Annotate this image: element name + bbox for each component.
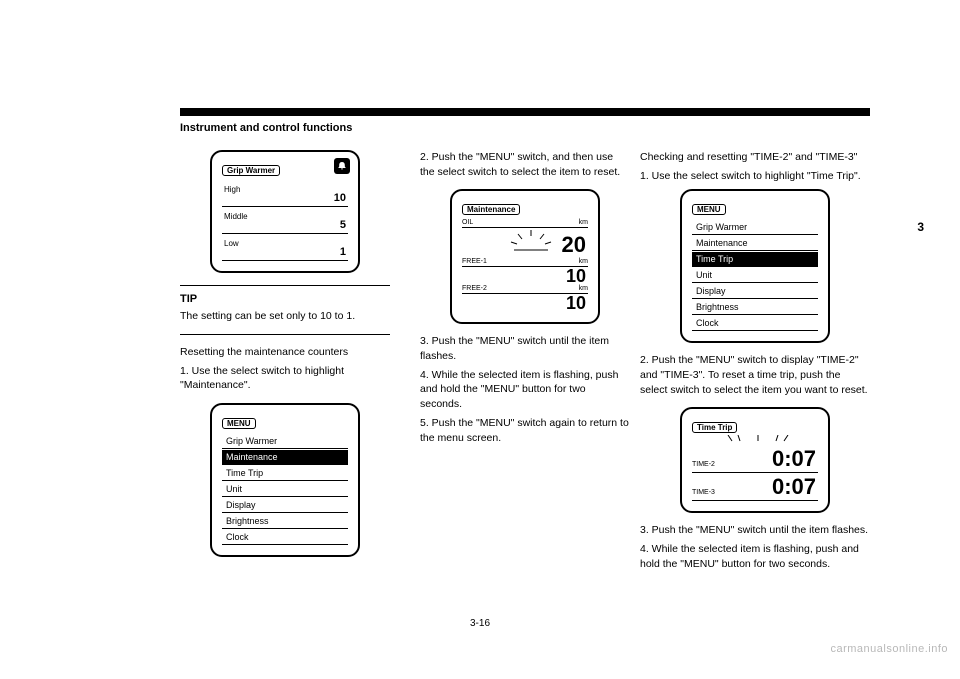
body-text: 2. Push the "MENU" switch, and then use …: [420, 150, 630, 179]
maint-label: FREE-1: [462, 258, 487, 265]
manual-page: Instrument and control functions Grip Wa…: [0, 0, 960, 679]
menu-item-selected: Time Trip: [692, 252, 818, 267]
menu-item: Grip Warmer: [692, 220, 818, 235]
menu-item: Display: [692, 284, 818, 299]
grip-row-middle: Middle 5: [222, 209, 348, 234]
menu-item: Brightness: [222, 514, 348, 529]
step-text: 3. Push the "MENU" switch until the item…: [640, 523, 870, 538]
watermark: carmanualsonline.info: [830, 643, 948, 655]
dial-ticks-icon: [698, 435, 818, 443]
grip-row-label: Low: [224, 239, 239, 248]
menu-item: Maintenance: [692, 236, 818, 251]
column-1: Grip Warmer High 10 Middle 5 Low 1 TIP: [180, 150, 390, 557]
tip-box: TIP The setting can be set only to 10 to…: [180, 285, 390, 335]
lcd-title-tag: MENU: [692, 204, 726, 215]
step-text: 1. Use the select switch to highlight "T…: [640, 169, 870, 184]
lcd-grip-warmer: Grip Warmer High 10 Middle 5 Low 1: [210, 150, 360, 273]
margin-chapter-marker: 3: [917, 220, 924, 234]
step-text: 2. Push the "MENU" switch, and then use …: [420, 150, 630, 179]
maint-row-free1: FREE-1 km: [462, 258, 588, 267]
subheading-timetrip: Checking and resetting "TIME-2" and "TIM…: [640, 150, 870, 165]
lcd-menu-timetrip: MENU Grip Warmer Maintenance Time Trip U…: [680, 189, 830, 343]
grip-row-value: 10: [334, 192, 346, 204]
step-text: 5. Push the "MENU" switch again to retur…: [420, 416, 630, 445]
grip-row-low: Low 1: [222, 236, 348, 261]
section-title: Instrument and control functions: [180, 122, 352, 134]
body-text: 3. Push the "MENU" switch until the item…: [420, 334, 630, 445]
maint-unit: km: [579, 219, 588, 226]
menu-item: Unit: [222, 482, 348, 497]
bell-icon: [334, 158, 350, 174]
timetrip-label: TIME-3: [692, 489, 715, 496]
lcd-menu-maintenance: MENU Grip Warmer Maintenance Time Trip U…: [210, 403, 360, 557]
maint-unit: km: [579, 258, 588, 265]
body-text: Resetting the maintenance counters 1. Us…: [180, 345, 390, 393]
lcd-title-tag: MENU: [222, 418, 256, 429]
timetrip-value: 0:07: [772, 474, 816, 500]
menu-item: Clock: [222, 530, 348, 545]
column-3: Checking and resetting "TIME-2" and "TIM…: [640, 150, 870, 576]
maint-free2-value: 10: [462, 294, 588, 312]
subheading-reset: Resetting the maintenance counters: [180, 345, 390, 360]
body-text: Checking and resetting "TIME-2" and "TIM…: [640, 150, 870, 183]
maint-oil-value: 20: [562, 232, 586, 258]
timetrip-value: 0:07: [772, 446, 816, 472]
lcd-maintenance: Maintenance OIL km 20 FREE-1 km: [450, 189, 600, 324]
step-text: 3. Push the "MENU" switch until the item…: [420, 334, 630, 363]
menu-item: Brightness: [692, 300, 818, 315]
body-text: 2. Push the "MENU" switch to display "TI…: [640, 353, 870, 397]
page-number: 3-16: [470, 618, 490, 629]
menu-item: Display: [222, 498, 348, 513]
tip-text: The setting can be set only to 10 to 1.: [180, 309, 390, 324]
maint-label: FREE-2: [462, 285, 487, 292]
tip-label: TIP: [180, 290, 197, 309]
lcd-title-tag: Maintenance: [462, 204, 520, 215]
step-text: 4. While the selected item is flashing, …: [420, 368, 630, 412]
timetrip-row: TIME-2 0:07: [692, 445, 818, 473]
header-rule: [180, 108, 870, 116]
menu-item: Unit: [692, 268, 818, 283]
column-2: 2. Push the "MENU" switch, and then use …: [420, 150, 630, 449]
dial-ticks-icon: [506, 228, 556, 252]
timetrip-label: TIME-2: [692, 461, 715, 468]
lcd-title-tag: Grip Warmer: [222, 165, 280, 176]
step-text: 4. While the selected item is flashing, …: [640, 542, 870, 571]
maint-row-oil: OIL km: [462, 219, 588, 228]
maint-oil-dial: 20: [462, 228, 588, 258]
lcd-time-trip: Time Trip TIME-2 0:07 TIME-3 0:07: [680, 407, 830, 513]
menu-item-selected: Maintenance: [222, 450, 348, 465]
body-text: 3. Push the "MENU" switch until the item…: [640, 523, 870, 571]
menu-item: Grip Warmer: [222, 434, 348, 449]
lcd-title-tag: Time Trip: [692, 422, 737, 433]
maint-label: OIL: [462, 219, 473, 226]
menu-item: Clock: [692, 316, 818, 331]
step-text: 1. Use the select switch to highlight "M…: [180, 364, 390, 393]
timetrip-row: TIME-3 0:07: [692, 473, 818, 501]
grip-row-label: Middle: [224, 212, 248, 221]
step-text: 2. Push the "MENU" switch to display "TI…: [640, 353, 870, 397]
maint-row-free2: FREE-2 km: [462, 285, 588, 294]
grip-row-value: 5: [340, 219, 346, 231]
grip-row-value: 1: [340, 246, 346, 258]
maint-unit: km: [579, 285, 588, 292]
maint-free1-value: 10: [462, 267, 588, 285]
grip-row-high: High 10: [222, 182, 348, 207]
menu-item: Time Trip: [222, 466, 348, 481]
grip-row-label: High: [224, 185, 240, 194]
